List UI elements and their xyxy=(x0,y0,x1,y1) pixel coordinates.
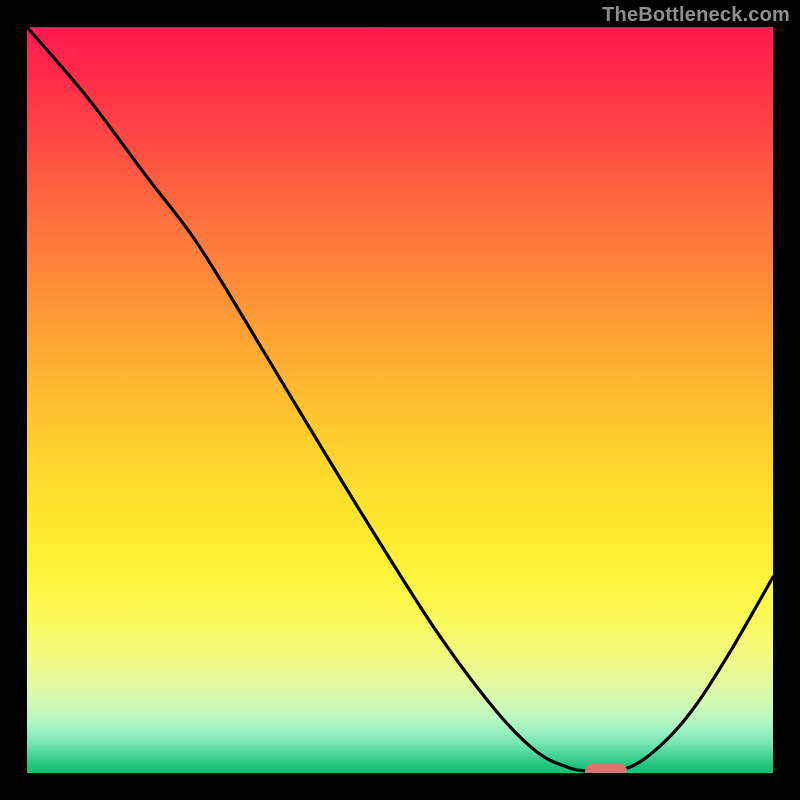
optimal-marker xyxy=(585,764,627,773)
chart-frame: TheBottleneck.com xyxy=(0,0,800,800)
watermark-text: TheBottleneck.com xyxy=(602,4,790,27)
curve-layer xyxy=(27,27,773,773)
plot-area xyxy=(27,27,773,773)
bottleneck-curve xyxy=(27,27,773,772)
